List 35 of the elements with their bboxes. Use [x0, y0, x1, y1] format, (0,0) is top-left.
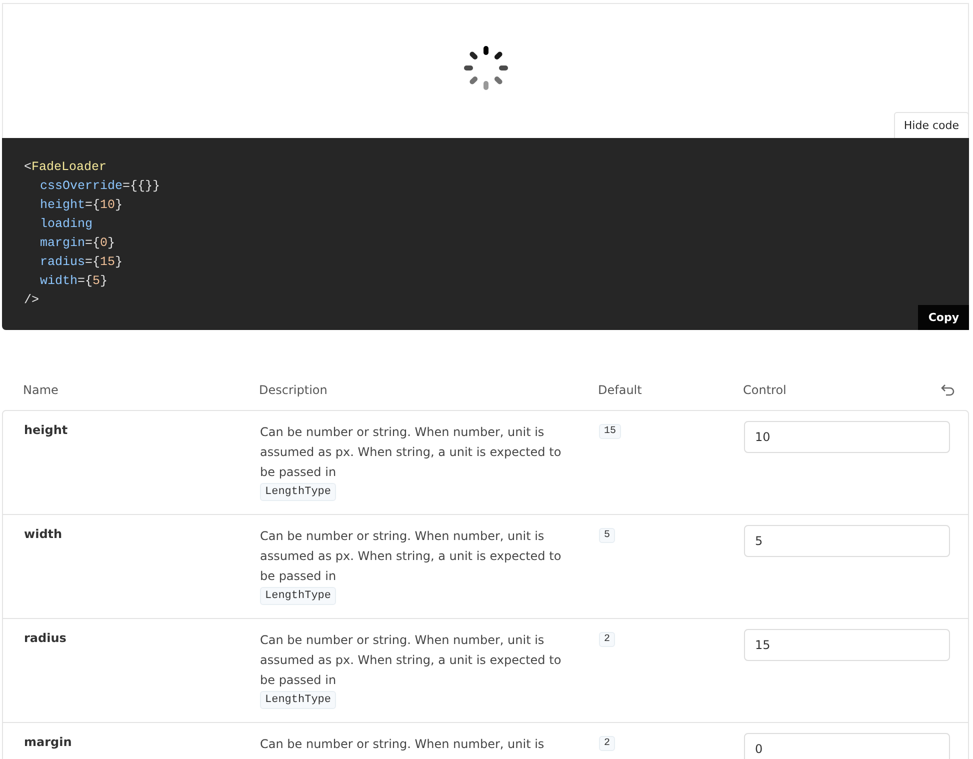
code-line: cssOverride={{}}: [40, 179, 160, 193]
undo-icon[interactable]: [941, 384, 955, 396]
value-input[interactable]: 0: [744, 733, 950, 759]
default-value: 15: [599, 424, 622, 439]
prop-name: margin: [24, 735, 72, 749]
copy-button[interactable]: Copy: [918, 305, 969, 330]
type-tag: LengthType: [260, 483, 336, 501]
value-input[interactable]: 5: [744, 525, 950, 557]
code-line: <FadeLoader: [24, 160, 107, 174]
prop-description: Can be number or string. When number, unit is: [260, 736, 544, 753]
type-tag: LengthType: [260, 587, 336, 605]
default-value: 2: [599, 632, 616, 647]
type-tag: LengthType: [260, 691, 336, 709]
prop-name: radius: [24, 631, 66, 645]
hide-code-button[interactable]: Hide code: [894, 112, 969, 138]
prop-description: Can be number or string. When number, unit is assumed as px. When string, a unit is expected to be passed in: [260, 528, 562, 585]
column-header: Control: [743, 383, 786, 397]
value-input[interactable]: 10: [744, 421, 950, 453]
prop-name: width: [24, 527, 62, 541]
column-header: Name: [22, 383, 60, 397]
default-value: 5: [599, 528, 616, 543]
column-header: Default: [598, 383, 643, 397]
code-line: loading: [40, 217, 93, 231]
prop-name: height: [24, 423, 68, 437]
prop-description: Can be number or string. When number, unit is assumed as px. When string, a unit is expected to be passed in: [260, 632, 562, 689]
spinner-icon: [462, 44, 510, 92]
value-input[interactable]: 15: [744, 629, 950, 661]
code-line: height={10}: [40, 198, 123, 212]
column-header: Description: [259, 383, 328, 397]
code-line: />: [24, 293, 40, 307]
code-line: margin={0}: [40, 236, 116, 250]
code-line: width={5}: [40, 274, 108, 288]
prop-description: Can be number or string. When number, unit is assumed as px. When string, a unit is expected to be passed in: [260, 424, 562, 481]
code-line: radius={15}: [40, 255, 123, 269]
default-value: 2: [599, 736, 616, 751]
